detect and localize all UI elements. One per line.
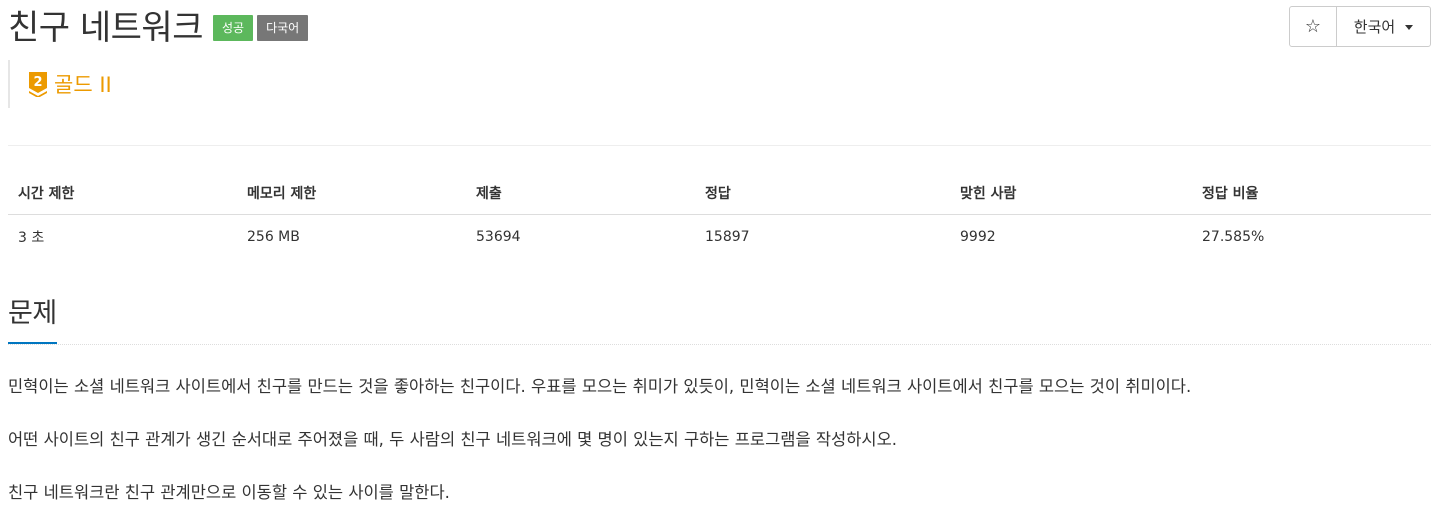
problem-title: 친구 네트워크 <box>8 8 204 48</box>
header-accept-ratio: 정답 비율 <box>1192 172 1431 215</box>
section-title: 문제 <box>8 296 57 344</box>
language-label: 한국어 <box>1353 18 1396 36</box>
multilingual-badge[interactable]: 다국어 <box>257 15 309 41</box>
value-accepted[interactable]: 15897 <box>695 214 950 260</box>
tier-label[interactable]: 골드 II <box>54 69 112 99</box>
title-row: 친구 네트워크 성공 다국어 <box>8 8 309 48</box>
problem-info-table: 시간 제한 메모리 제한 제출 정답 맞힌 사람 정답 비율 3 초 256 M… <box>8 172 1431 260</box>
description-paragraph: 친구 네트워크란 친구 관계만으로 이동할 수 있는 사이를 말한다. <box>8 483 450 502</box>
success-badge[interactable]: 성공 <box>213 15 254 41</box>
table-header-row: 시간 제한 메모리 제한 제출 정답 맞힌 사람 정답 비율 <box>8 172 1431 215</box>
header-accepted: 정답 <box>695 172 950 215</box>
header-submissions: 제출 <box>466 172 695 215</box>
description-paragraph: 어떤 사이트의 친구 관계가 생긴 순서대로 주어졌을 때, 두 사람의 친구 … <box>8 430 898 449</box>
problem-page: 친구 네트워크 성공 다국어 ☆ 한국어 2 골드 II 시간 제한 메모리 제… <box>0 0 1447 524</box>
divider <box>8 145 1431 146</box>
table-row: 3 초 256 MB 53694 15897 9992 27.585% <box>8 214 1431 260</box>
problem-description: 민혁이는 소셜 네트워크 사이트에서 친구를 만드는 것을 좋아하는 친구이다.… <box>8 376 1431 524</box>
value-submissions[interactable]: 53694 <box>466 214 695 260</box>
top-controls: ☆ 한국어 <box>1289 6 1431 47</box>
header-time-limit: 시간 제한 <box>8 172 237 215</box>
tier-gold-icon: 2 <box>29 72 47 97</box>
header-memory-limit: 메모리 제한 <box>237 172 466 215</box>
star-icon: ☆ <box>1304 16 1322 37</box>
header-solved-users: 맞힌 사람 <box>950 172 1192 215</box>
tier-box: 2 골드 II <box>8 60 112 108</box>
value-accept-ratio: 27.585% <box>1202 229 1265 246</box>
caret-down-icon <box>1405 25 1414 30</box>
value-time-limit: 3 초 <box>18 230 45 247</box>
value-solved-users[interactable]: 9992 <box>950 214 1192 260</box>
value-memory-limit: 256 MB <box>247 229 300 246</box>
language-dropdown[interactable]: 한국어 <box>1337 7 1430 46</box>
tier-level: 2 <box>33 75 42 90</box>
description-paragraph: 민혁이는 소셜 네트워크 사이트에서 친구를 만드는 것을 좋아하는 친구이다.… <box>8 377 1192 396</box>
favorite-star-button[interactable]: ☆ <box>1290 7 1337 46</box>
problem-section-header: 문제 <box>8 296 1431 345</box>
